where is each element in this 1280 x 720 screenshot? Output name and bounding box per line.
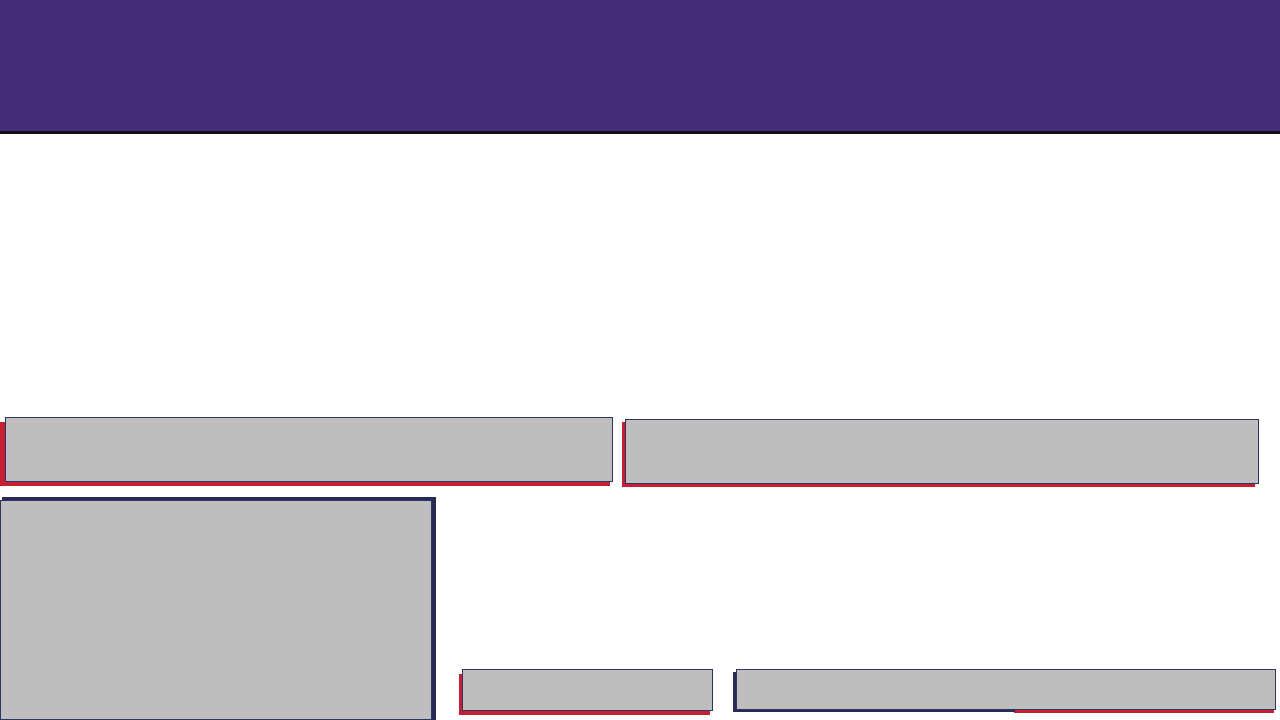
large-left-panel[interactable] bbox=[0, 500, 432, 720]
top-left-panel-label bbox=[6, 418, 612, 430]
top-right-panel[interactable] bbox=[625, 419, 1259, 484]
bottom-right-panel-label bbox=[737, 670, 1275, 682]
large-left-panel-label bbox=[1, 501, 431, 513]
page-root bbox=[0, 0, 1280, 720]
header-band bbox=[0, 0, 1280, 134]
bottom-middle-panel-label bbox=[463, 670, 712, 682]
bottom-right-panel[interactable] bbox=[736, 669, 1276, 710]
top-left-panel[interactable] bbox=[5, 417, 613, 482]
top-right-panel-label bbox=[626, 420, 1258, 432]
bottom-middle-panel[interactable] bbox=[462, 669, 713, 711]
